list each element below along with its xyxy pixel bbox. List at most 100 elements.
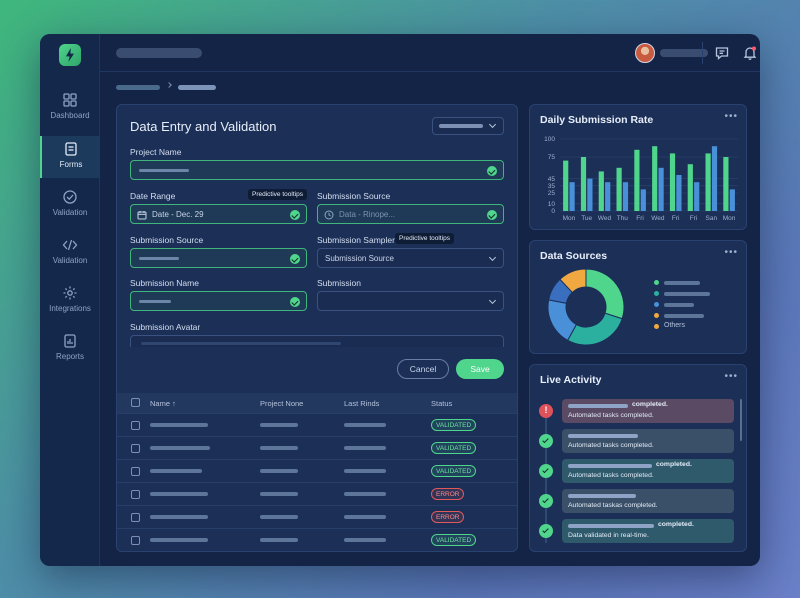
bar[interactable] <box>687 164 693 211</box>
avatar[interactable] <box>635 43 655 63</box>
status-badge: VALIDATED <box>431 419 477 431</box>
bar[interactable] <box>723 157 729 211</box>
y-tick-label: 45 <box>548 176 556 183</box>
x-tick-label: Mon <box>723 215 736 222</box>
column-header-status[interactable]: Status <box>431 399 452 408</box>
bar[interactable] <box>605 182 611 211</box>
form-options-dropdown[interactable] <box>432 117 504 135</box>
sidebar-item-validation[interactable]: Validation <box>40 189 100 229</box>
activity-detail-text: Automated tasks completed. <box>568 472 654 479</box>
project-name-field[interactable] <box>130 160 504 180</box>
activity-item[interactable]: Automated tasks completed. <box>562 429 734 453</box>
activity-name-bar <box>568 434 638 438</box>
top-bar <box>100 34 760 72</box>
sidebar-item-reports[interactable]: Reports <box>40 333 100 373</box>
row-checkbox[interactable] <box>131 490 140 499</box>
chat-icon[interactable] <box>714 45 730 61</box>
table-row[interactable]: VALIDATED <box>117 413 517 436</box>
bell-icon[interactable] <box>742 45 758 61</box>
chart-title: Data Sources <box>540 250 608 262</box>
column-header-project[interactable]: Project None <box>260 399 303 408</box>
sidebar-item-integrations[interactable]: Integrations <box>40 285 100 325</box>
grid-icon <box>63 93 77 107</box>
bar[interactable] <box>640 189 646 211</box>
bar[interactable] <box>711 146 718 211</box>
predictive-tooltip: Predictive tooltips <box>395 233 454 244</box>
breadcrumb-item[interactable] <box>116 85 160 90</box>
activity-item[interactable]: completed. Automated tasks completed. <box>562 459 734 483</box>
donut-slice[interactable] <box>585 268 625 320</box>
app-logo[interactable] <box>59 44 81 66</box>
bar[interactable] <box>569 182 575 211</box>
page-title: Data Entry and Validation <box>130 119 277 134</box>
table-row[interactable]: VALIDATED <box>117 528 517 551</box>
chevron-down-icon <box>488 296 497 305</box>
legend-label: Others <box>664 322 686 329</box>
column-header-name[interactable]: Name ↑ <box>150 399 176 408</box>
row-checkbox[interactable] <box>131 536 140 545</box>
activity-item[interactable]: completed. Automated tasks completed. <box>562 399 734 423</box>
row-checkbox[interactable] <box>131 513 140 522</box>
sidebar-item-validation-code[interactable]: Validation <box>40 237 100 277</box>
submission-label: Submission <box>317 278 361 288</box>
project-cell <box>260 538 298 542</box>
submission-source-field[interactable]: Data - Rinope... <box>317 204 504 224</box>
sidebar-item-dashboard[interactable]: Dashboard <box>40 92 100 132</box>
column-header-last[interactable]: Last Rinds <box>344 399 379 408</box>
select-all-checkbox[interactable] <box>131 398 140 407</box>
donut-slice[interactable] <box>567 312 623 346</box>
name-cell <box>150 469 202 473</box>
bar[interactable] <box>652 146 658 211</box>
activity-item[interactable]: completed. Data validated in real-time. <box>562 519 734 543</box>
more-menu-icon[interactable]: ••• <box>724 247 738 258</box>
last-cell <box>344 423 386 427</box>
more-menu-icon[interactable]: ••• <box>724 111 738 122</box>
bar[interactable] <box>598 171 604 211</box>
scrollbar[interactable] <box>740 399 742 441</box>
table-row[interactable]: ERROR <box>117 505 517 528</box>
bar[interactable] <box>729 189 735 211</box>
bar[interactable] <box>669 153 676 211</box>
bar[interactable] <box>587 178 593 211</box>
legend-label-bar <box>664 292 710 296</box>
bar[interactable] <box>634 149 640 211</box>
x-tick-label: Wed <box>651 215 665 222</box>
submission-sampler-select[interactable]: Submission Source <box>317 248 504 268</box>
row-checkbox[interactable] <box>131 444 140 453</box>
submission-source-field-2[interactable] <box>130 248 307 268</box>
row-checkbox[interactable] <box>131 421 140 430</box>
status-badge: VALIDATED <box>431 534 477 546</box>
submission-sampler-value: Submission Source <box>325 254 394 263</box>
date-range-field[interactable]: Date - Dec. 29 <box>130 204 307 224</box>
bar[interactable] <box>622 182 629 211</box>
bar[interactable] <box>658 167 664 211</box>
save-button[interactable]: Save <box>456 359 504 379</box>
activity-status-text: completed. <box>632 401 668 408</box>
table-row[interactable]: VALIDATED <box>117 459 517 482</box>
table-row[interactable]: ERROR <box>117 482 517 505</box>
table-row[interactable]: VALIDATED <box>117 436 517 459</box>
activity-status-text: completed. <box>656 461 692 468</box>
breadcrumb-item[interactable] <box>178 85 216 90</box>
submission-name-field[interactable] <box>130 291 307 311</box>
sidebar-item-label: Validation <box>52 208 88 217</box>
bar[interactable] <box>563 160 569 211</box>
more-menu-icon[interactable]: ••• <box>724 371 738 382</box>
project-cell <box>260 515 298 519</box>
bar[interactable] <box>616 167 622 211</box>
cancel-button[interactable]: Cancel <box>397 359 449 379</box>
bar[interactable] <box>676 175 682 211</box>
legend-swatch <box>654 313 659 318</box>
submission-avatar-field[interactable] <box>130 335 504 347</box>
x-tick-label: San <box>706 215 718 222</box>
sidebar-item-forms[interactable]: Forms <box>40 136 100 178</box>
bar[interactable] <box>580 157 587 211</box>
submission-select[interactable] <box>317 291 504 311</box>
row-checkbox[interactable] <box>131 467 140 476</box>
x-tick-label: Fri <box>672 215 680 222</box>
activity-item[interactable]: Automated taskas completed. <box>562 489 734 513</box>
form-icon <box>65 142 77 156</box>
search-placeholder-bar[interactable] <box>116 48 202 58</box>
bar[interactable] <box>705 153 711 211</box>
bar[interactable] <box>694 182 700 211</box>
